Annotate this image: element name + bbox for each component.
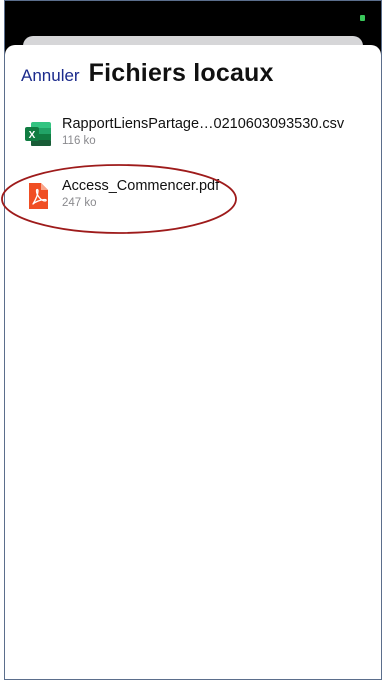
svg-text:X: X [29,130,36,141]
pdf-icon [24,182,52,210]
cancel-button[interactable]: Annuler [21,66,80,86]
page-title: Fichiers locaux [88,59,274,87]
file-name: RapportLiensPartage…0210603093530.csv [62,116,345,132]
local-files-sheet: Annuler Fichiers locaux X RapportLiensPa… [5,45,381,679]
file-size: 116 ko [62,135,96,147]
sheet-header: Annuler Fichiers locaux [21,59,274,88]
file-size: 247 ko [62,197,97,209]
battery-icon [360,15,365,21]
file-list: X RapportLiensPartage…0210603093530.csv … [5,115,381,239]
file-name: Access_Commencer.pdf [62,178,220,194]
file-item-csv[interactable]: X RapportLiensPartage…0210603093530.csv … [5,115,381,177]
file-item-pdf[interactable]: Access_Commencer.pdf 247 ko [5,177,381,239]
device-frame: Annuler Fichiers locaux X RapportLiensPa… [4,0,382,680]
excel-icon: X [24,120,52,148]
